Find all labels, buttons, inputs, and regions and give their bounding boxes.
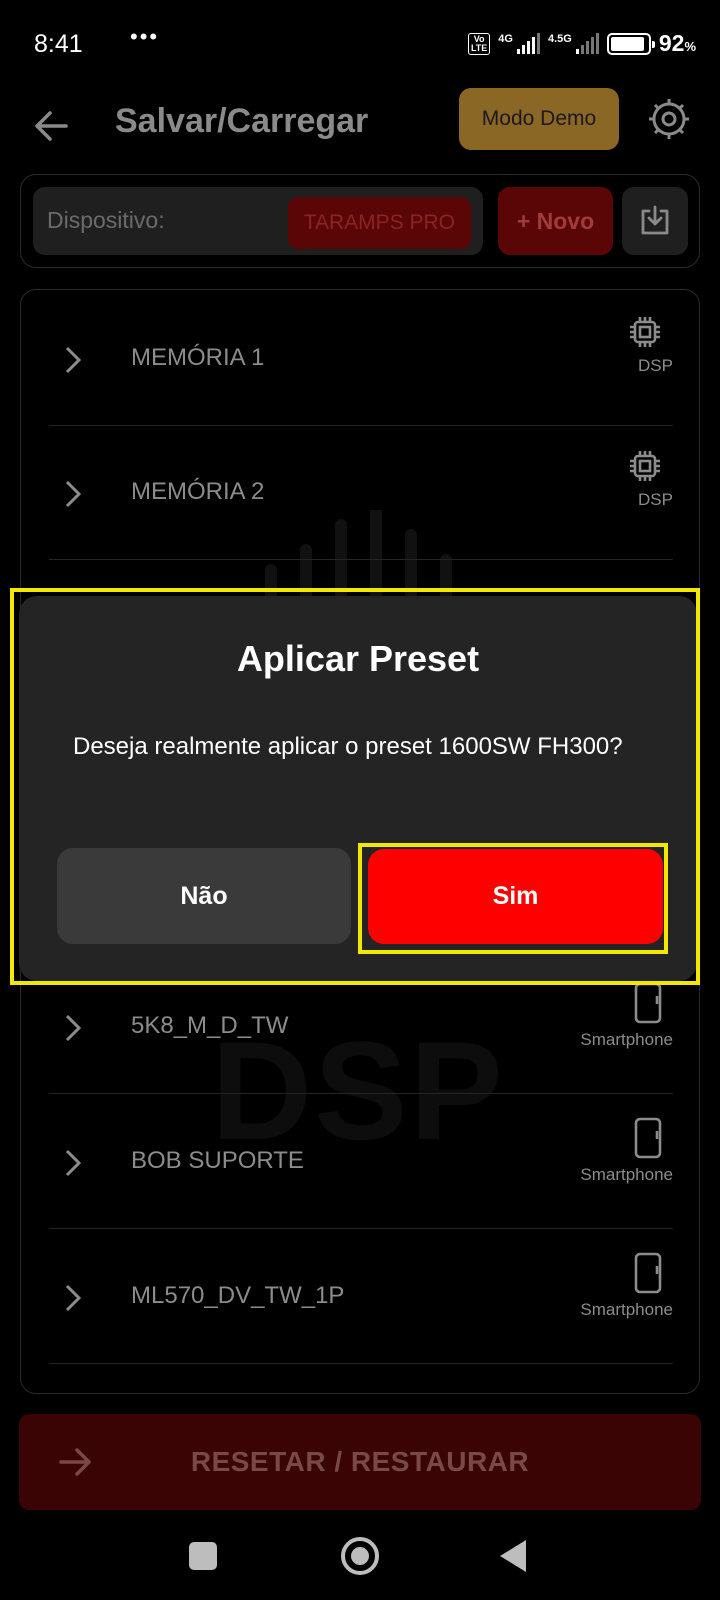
preset-source: Smartphone	[553, 982, 673, 1050]
preset-name: ML570_DV_TW_1P	[131, 1282, 345, 1309]
app-bar: Salvar/Carregar Modo Demo	[0, 88, 720, 174]
preset-source: DSP	[553, 448, 673, 510]
smartphone-icon	[634, 982, 662, 1024]
preset-source: Smartphone	[553, 1252, 673, 1320]
recents-button[interactable]	[189, 1542, 217, 1570]
list-item[interactable]: ML570_DV_TW_1P Smartphone	[49, 1228, 673, 1364]
new-preset-button[interactable]: + Novo	[498, 187, 613, 255]
smartphone-icon	[634, 1252, 662, 1294]
preset-source: DSP	[553, 314, 673, 376]
preset-name: 5K8_M_D_TW	[131, 1012, 289, 1039]
import-button[interactable]	[622, 187, 688, 255]
reset-label: RESETAR / RESTAURAR	[190, 1446, 530, 1477]
chevron-right-icon	[65, 346, 82, 374]
device-selector-card: Dispositivo: TARAMPS PRO + Novo	[20, 174, 700, 268]
download-icon	[641, 205, 669, 235]
reset-restore-button[interactable]: RESETAR / RESTAURAR	[19, 1414, 701, 1510]
status-time: 8:41	[34, 30, 83, 58]
preset-source: Smartphone	[553, 1117, 673, 1185]
notification-dots: •••	[130, 24, 160, 49]
back-button[interactable]	[30, 104, 74, 148]
signal-icon-2: 4.5G	[548, 33, 599, 54]
system-nav-bar	[0, 1518, 720, 1600]
status-bar: 8:41 ••• Vo LTE 4G 4.5G 92%	[0, 0, 720, 90]
preset-name: MEMÓRIA 1	[131, 344, 265, 371]
device-selector[interactable]: Dispositivo: TARAMPS PRO	[33, 187, 483, 255]
smartphone-icon	[634, 1117, 662, 1159]
chip-icon	[630, 317, 660, 347]
preset-name: MEMÓRIA 2	[131, 478, 265, 505]
chevron-right-icon	[65, 1014, 82, 1042]
signal-icon-1: 4G	[498, 33, 540, 54]
device-label: Dispositivo:	[47, 207, 165, 233]
chevron-right-icon	[65, 1149, 82, 1177]
battery-percent: 92%	[658, 30, 696, 56]
page-title: Salvar/Carregar	[115, 102, 369, 140]
yes-button[interactable]: Sim	[368, 849, 663, 944]
chevron-right-icon	[65, 480, 82, 508]
arrow-left-icon	[35, 111, 68, 141]
list-item[interactable]: BOB SUPORTE Smartphone	[49, 1093, 673, 1229]
system-back-button[interactable]	[500, 1540, 526, 1572]
status-indicators: Vo LTE 4G 4.5G 92%	[467, 30, 696, 57]
gear-icon	[649, 99, 689, 139]
device-value[interactable]: TARAMPS PRO	[287, 197, 471, 249]
list-item[interactable]: MEMÓRIA 2 DSP	[49, 424, 673, 560]
chip-icon	[630, 451, 660, 481]
volte-icon: Vo LTE	[467, 32, 491, 55]
dialog-title: Aplicar Preset	[236, 638, 480, 679]
apply-preset-dialog: Aplicar Preset Deseja realmente aplicar …	[19, 596, 697, 981]
demo-mode-button[interactable]: Modo Demo	[459, 88, 619, 150]
list-item[interactable]: MEMÓRIA 1 DSP	[49, 290, 673, 426]
home-button[interactable]	[341, 1537, 379, 1575]
no-button[interactable]: Não	[57, 848, 351, 944]
dialog-message: Deseja realmente aplicar o preset 1600SW…	[73, 733, 623, 760]
chevron-right-icon	[65, 1284, 82, 1312]
battery-icon	[606, 32, 655, 55]
preset-name: BOB SUPORTE	[131, 1147, 304, 1174]
settings-button[interactable]	[646, 96, 692, 142]
battery-level	[610, 36, 644, 51]
